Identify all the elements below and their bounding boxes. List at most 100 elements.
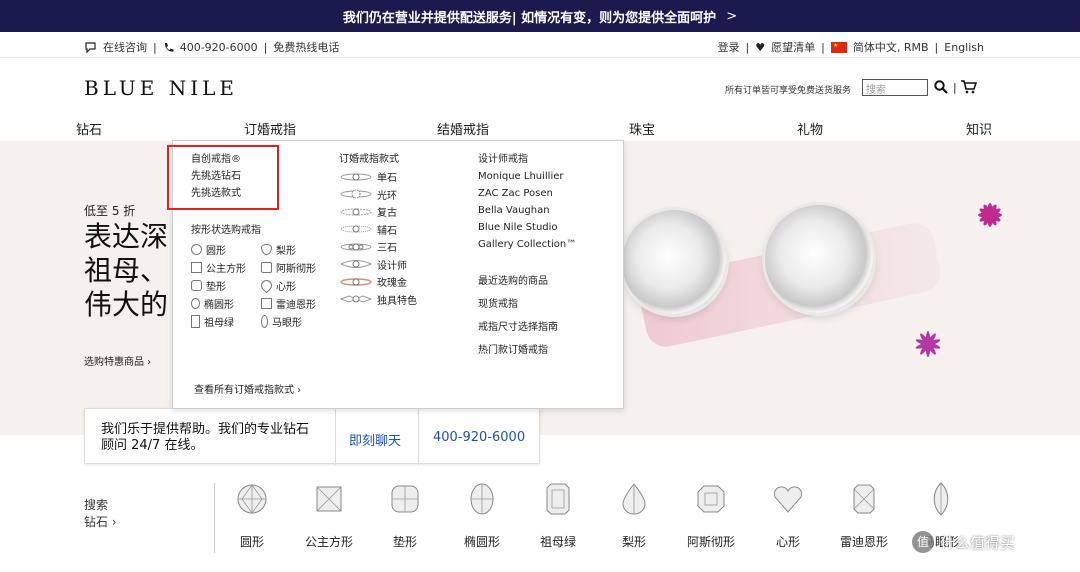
style-link-designer[interactable]: 设计师	[339, 256, 417, 274]
shape-link-round[interactable]: 圆形	[191, 240, 261, 258]
shape-link-marquise[interactable]: 马眼形	[261, 312, 331, 330]
english-link[interactable]: English	[944, 41, 984, 54]
designer-link-monique[interactable]: Monique Lhuillier	[478, 168, 576, 185]
shape-label: 圆形	[239, 535, 264, 549]
radiant-shape-icon	[261, 297, 272, 309]
designer-link-blue-nile-studio[interactable]: Blue Nile Studio	[478, 219, 576, 236]
style-link-solitaire[interactable]: 单石	[339, 168, 417, 186]
nav-item-education[interactable]: 知识	[966, 119, 992, 138]
shape-oval[interactable]: 椭圆形	[447, 482, 517, 550]
shop-sale-link[interactable]: 选购特惠商品 ›	[84, 353, 151, 368]
view-all-label: 查看所有订婚戒指款式	[194, 385, 294, 396]
shape-link-asscher[interactable]: 阿斯彻形	[261, 258, 331, 276]
search-input[interactable]: 搜索	[862, 79, 928, 96]
shape-link-princess[interactable]: 公主方形	[191, 258, 261, 276]
heart-shape-icon	[258, 277, 275, 293]
designer-link-bella-vaughan[interactable]: Bella Vaughan	[478, 202, 576, 219]
shape-link-heart[interactable]: 心形	[258, 276, 331, 294]
style-link-vintage[interactable]: 复古	[339, 203, 417, 221]
nav-item-gifts[interactable]: 礼物	[797, 119, 823, 138]
pear-diamond-icon	[622, 483, 646, 515]
style-label: 辅石	[377, 225, 397, 237]
view-all-settings-link[interactable]: 查看所有订婚戒指款式 ›	[194, 381, 301, 396]
wishlist-link[interactable]: 愿望清单	[771, 39, 815, 55]
shape-emerald[interactable]: 祖母绿	[523, 482, 593, 550]
shape-link-cushion[interactable]: 垫形	[191, 276, 261, 294]
recently-viewed-link[interactable]: 最近选购的商品	[478, 273, 558, 296]
shape-label: 马眼形	[272, 317, 302, 329]
ready-to-ship-link[interactable]: 现货戒指	[478, 296, 558, 319]
shape-label: 雷迪恩形	[276, 299, 316, 311]
ring-size-guide-link[interactable]: 戒指尺寸选择指南	[478, 319, 558, 342]
popular-rings-link[interactable]: 热门款订婚戒指	[478, 342, 558, 365]
promo-headline: 表达深 祖母、 伟大的	[84, 220, 174, 322]
chevron-right-icon: ›	[111, 515, 117, 529]
shape-round[interactable]: 圆形	[217, 482, 287, 550]
nav-item-engagement-rings[interactable]: 订婚戒指	[244, 119, 296, 138]
shape-label: 垫形	[392, 535, 417, 549]
nav-item-wedding-rings[interactable]: 结婚戒指	[437, 119, 489, 138]
shape-link-radiant[interactable]: 雷迪恩形	[261, 294, 331, 312]
shape-label: 梨形	[276, 245, 296, 257]
shape-label: 梨形	[621, 535, 646, 549]
style-link-rose-gold[interactable]: 玫瑰金	[339, 273, 417, 291]
banner-text: 我们仍在营业并提供配送服务| 如情况有变，则为您提供全面呵护	[342, 10, 717, 26]
chat-link[interactable]: 在线咨询	[103, 39, 147, 55]
highlight-box	[167, 145, 279, 210]
shape-link-oval[interactable]: 椭圆形	[191, 294, 261, 312]
princess-shape-icon	[191, 261, 202, 273]
login-link[interactable]: 登录	[718, 39, 740, 55]
ring-icon	[340, 260, 373, 269]
shape-radiant[interactable]: 雷迪恩形	[829, 482, 899, 550]
designer-link-zac-posen[interactable]: ZAC Zac Posen	[478, 185, 576, 202]
style-link-three-stone[interactable]: 三石	[339, 238, 417, 256]
style-link-halo[interactable]: 光环	[339, 186, 417, 204]
asscher-diamond-icon	[697, 485, 725, 513]
style-label: 独具特色	[377, 295, 417, 307]
shape-label: 阿斯彻形	[686, 535, 735, 549]
shape-link-pear[interactable]: 梨形	[261, 240, 331, 258]
nav-item-jewelry[interactable]: 珠宝	[629, 119, 655, 138]
help-phone-link[interactable]: 400-920-6000	[433, 430, 525, 445]
search-diamonds-link[interactable]: 搜索 钻石 ›	[84, 497, 117, 531]
blue-nile-logo[interactable]: BLUE NILE	[84, 76, 238, 100]
emerald-diamond-icon	[546, 483, 570, 515]
shop-by-shape-heading: 按形状选购戒指	[191, 225, 261, 236]
top-banner[interactable]: 我们仍在营业并提供配送服务| 如情况有变，则为您提供全面呵护 >	[0, 0, 1080, 32]
shape-asscher[interactable]: 阿斯彻形	[676, 482, 746, 550]
phone-icon	[164, 42, 174, 52]
style-label: 三石	[377, 243, 397, 255]
free-shipping-note: 所有订单皆可享受免费送货服务	[725, 86, 852, 96]
style-link-unique[interactable]: 独具特色	[339, 291, 417, 309]
shape-cushion[interactable]: 垫形	[370, 482, 440, 550]
heart-icon: ♥	[755, 40, 766, 54]
shape-princess[interactable]: 公主方形	[294, 482, 364, 550]
region-selector[interactable]: 简体中文, RMB	[853, 39, 929, 55]
search-label: 搜索	[84, 498, 109, 512]
shape-label: 圆形	[206, 245, 226, 257]
ring-icon	[340, 243, 372, 251]
cart-icon[interactable]	[961, 80, 977, 94]
flower-decoration-icon	[915, 331, 941, 357]
style-label: 设计师	[377, 260, 407, 272]
style-label: 玫瑰金	[377, 278, 407, 290]
shape-label: 椭圆形	[463, 535, 500, 549]
headline-line: 伟大的	[84, 288, 169, 321]
style-link-side-stone[interactable]: 辅石	[339, 221, 417, 239]
search-icon[interactable]	[934, 80, 948, 94]
phone-number[interactable]: 400-920-6000	[180, 41, 258, 54]
shape-link-emerald[interactable]: 祖母绿	[191, 312, 261, 330]
designer-link-gallery-collection[interactable]: Gallery Collection™	[478, 236, 576, 253]
shape-heart[interactable]: 心形	[753, 482, 823, 550]
separator: |	[263, 40, 268, 54]
round-diamond-icon	[237, 484, 267, 514]
divider	[335, 409, 336, 465]
chat-icon	[85, 41, 96, 53]
help-text: 我们乐于提供帮助。我们的专业钻石顾问 24/7 在线。	[101, 422, 310, 453]
chat-now-button[interactable]: 即刻聊天	[349, 430, 401, 449]
shape-label: 心形	[276, 281, 296, 293]
nav-item-diamonds[interactable]: 钻石	[76, 119, 102, 138]
marquise-shape-icon	[261, 314, 268, 328]
emerald-shape-icon	[191, 314, 200, 328]
shape-pear[interactable]: 梨形	[599, 482, 669, 550]
